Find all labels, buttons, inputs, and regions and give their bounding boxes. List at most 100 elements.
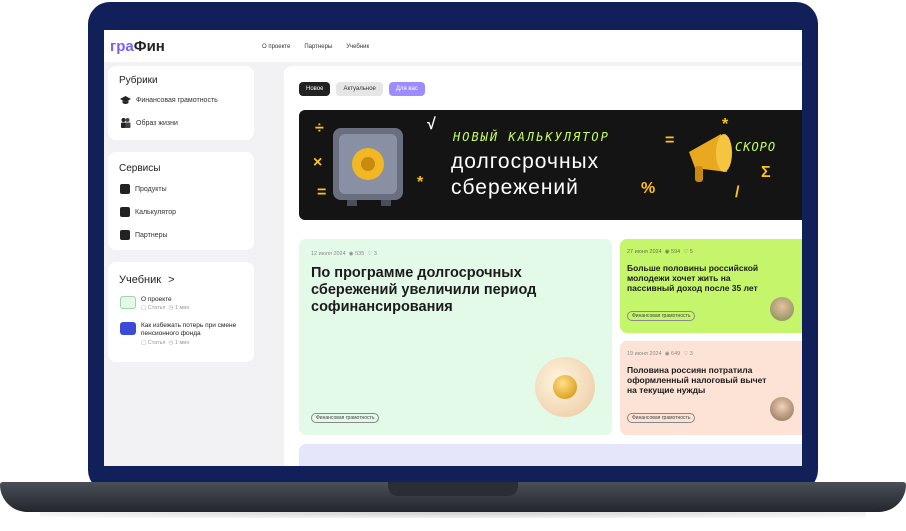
article-meta: 19 июня 2024 ◉ 649 ♡ 3 (627, 351, 693, 357)
chart-icon (120, 230, 130, 240)
nav-about[interactable]: О проекте (262, 44, 290, 50)
people-icon (121, 118, 131, 128)
banner-line-1: НОВЫЙ КАЛЬКУЛЯТОР (453, 130, 610, 144)
tutorial-thumb (120, 322, 136, 335)
asterisk-symbol: * (722, 116, 729, 133)
laptop-notch (388, 482, 518, 496)
heart-icon: ♡ (683, 249, 689, 255)
article-views: 535 (355, 251, 365, 257)
slash-symbol: / (735, 184, 740, 201)
article-views: 649 (671, 351, 681, 357)
logo-prefix: гра (110, 38, 134, 55)
sigma-symbol: Σ (761, 164, 771, 181)
article-card[interactable]: 19 июня 2024 ◉ 649 ♡ 3 Половина россиян … (620, 341, 802, 435)
article-likes: 3 (689, 351, 693, 357)
clock-icon: ◷ (168, 340, 174, 346)
services-title: Сервисы (119, 163, 161, 174)
tutorial-item-title: О проекте (141, 296, 172, 303)
nav-partners[interactable]: Партнеры (304, 44, 332, 50)
article-date: 12 июля 2024 (311, 251, 346, 257)
chevron-right-icon: > (168, 274, 175, 286)
safe-icon (333, 128, 403, 206)
tutorial-item-title: Как избежать потерь при смене пенсионног… (141, 322, 237, 337)
tutorial-title[interactable]: Учебник > (119, 274, 175, 286)
site-logo[interactable]: граФин (110, 38, 165, 55)
doc-icon: ▢ (141, 340, 147, 346)
article-meta: 27 июня 2024 ◉ 594 ♡ 5 (627, 249, 693, 255)
article-tag[interactable]: Финансовая грамотность (311, 413, 380, 423)
calculator-banner[interactable]: ÷ × = * √ НОВЫЙ КАЛЬКУЛЯТОР долгосрочных… (299, 110, 802, 220)
article-title: Больше половины российской молодежи хоче… (627, 263, 759, 293)
divide-symbol: ÷ (315, 120, 324, 137)
rubric-financial-literacy[interactable]: Финансовая грамотность (120, 96, 218, 105)
tutorial-item-meta: ▢ Статья ◷ 1 мин (141, 340, 189, 346)
service-calculator[interactable]: Калькулятор (120, 207, 176, 217)
doc-icon: ▢ (141, 305, 147, 311)
main-feed: Новое Актуальное Для вас ÷ × = * √ НОВЫЙ… (284, 66, 802, 466)
rubrics-title: Рубрики (119, 75, 158, 86)
tutorial-thumb (120, 296, 136, 309)
banner-soon-badge: СКОРО (735, 140, 777, 154)
nav-tutorial[interactable]: Учебник (346, 44, 369, 50)
calculator-icon (120, 207, 130, 217)
services-card: Сервисы Продукты Калькулятор Партнеры (108, 152, 254, 250)
article-likes: 5 (689, 249, 693, 255)
article-tag[interactable]: Финансовая грамотность (627, 311, 696, 321)
service-label: Калькулятор (135, 208, 176, 216)
article-card-featured[interactable]: 12 июля 2024 ◉ 535 ♡ 3 По программе долг… (299, 239, 612, 435)
top-nav: О проекте Партнеры Учебник (262, 44, 369, 50)
filter-for-you[interactable]: Для вас (388, 82, 425, 96)
laptop-mockup: граФин О проекте Партнеры Учебник Рубрик… (0, 0, 906, 531)
article-meta: 12 июля 2024 ◉ 535 ♡ 3 (311, 251, 377, 257)
tutorial-item-meta: ▢ Статья ◷ 1 мин (141, 305, 189, 311)
logo-suffix: Фин (133, 38, 165, 55)
asterisk-symbol: * (417, 174, 424, 191)
tutorial-item-time: 1 мин (174, 305, 190, 311)
banner-line-2: долгосрочных (451, 150, 600, 173)
service-label: Партнеры (135, 231, 168, 239)
tutorial-card: Учебник > О проекте ▢ Статья ◷ 1 мин Как… (108, 262, 254, 362)
service-partners[interactable]: Партнеры (120, 230, 168, 240)
sqrt-symbol: √ (427, 116, 436, 133)
heart-icon: ♡ (683, 351, 689, 357)
heart-icon: ♡ (367, 251, 373, 257)
article-tag[interactable]: Финансовая грамотность (627, 413, 696, 423)
article-card-partial[interactable] (299, 444, 802, 466)
service-products[interactable]: Продукты (120, 184, 167, 194)
article-title: По программе долгосрочных сбережений уве… (311, 265, 537, 315)
multiply-symbol: × (313, 154, 323, 171)
article-likes: 3 (373, 251, 377, 257)
tutorial-item[interactable]: О проекте ▢ Статья ◷ 1 мин (120, 296, 250, 316)
site-header: граФин О проекте Партнеры Учебник (104, 30, 802, 62)
article-views: 594 (671, 249, 681, 255)
article-card[interactable]: 27 июня 2024 ◉ 594 ♡ 5 Больше половины р… (620, 239, 802, 333)
tutorial-title-text: Учебник (119, 274, 162, 286)
equals-symbol: = (665, 132, 675, 149)
eye-icon: ◉ (664, 351, 670, 357)
tutorial-item-type: Статья (147, 305, 166, 311)
eye-icon: ◉ (348, 251, 354, 257)
clock-icon: ◷ (168, 305, 174, 311)
filter-new[interactable]: Новое (299, 82, 331, 96)
feed-filters: Новое Актуальное Для вас (299, 82, 425, 96)
megaphone-icon (689, 134, 732, 182)
rubric-label: Финансовая грамотность (136, 97, 218, 104)
percent-symbol: % (641, 180, 656, 197)
tutorial-item[interactable]: Как избежать потерь при смене пенсионног… (120, 322, 250, 352)
coin-face (553, 375, 577, 399)
article-title: Половина россиян потратила оформленный н… (627, 365, 767, 395)
filter-actual[interactable]: Актуальное (336, 82, 383, 96)
rubric-label: Образ жизни (136, 119, 178, 127)
rubrics-card: Рубрики Финансовая грамотность Образ жиз… (108, 66, 254, 140)
article-date: 27 июня 2024 (627, 249, 662, 255)
service-label: Продукты (135, 185, 167, 193)
graduation-cap-icon (120, 96, 131, 104)
tutorial-item-type: Статья (147, 340, 166, 346)
coin-illustration (535, 357, 595, 417)
equals-symbol: = (317, 184, 327, 201)
website-screen: граФин О проекте Партнеры Учебник Рубрик… (104, 30, 802, 466)
banner-line-3: сбережений (451, 176, 579, 199)
rubric-lifestyle[interactable]: Образ жизни (120, 118, 178, 128)
article-avatar (770, 297, 794, 321)
tutorial-item-time: 1 мин (174, 340, 190, 346)
